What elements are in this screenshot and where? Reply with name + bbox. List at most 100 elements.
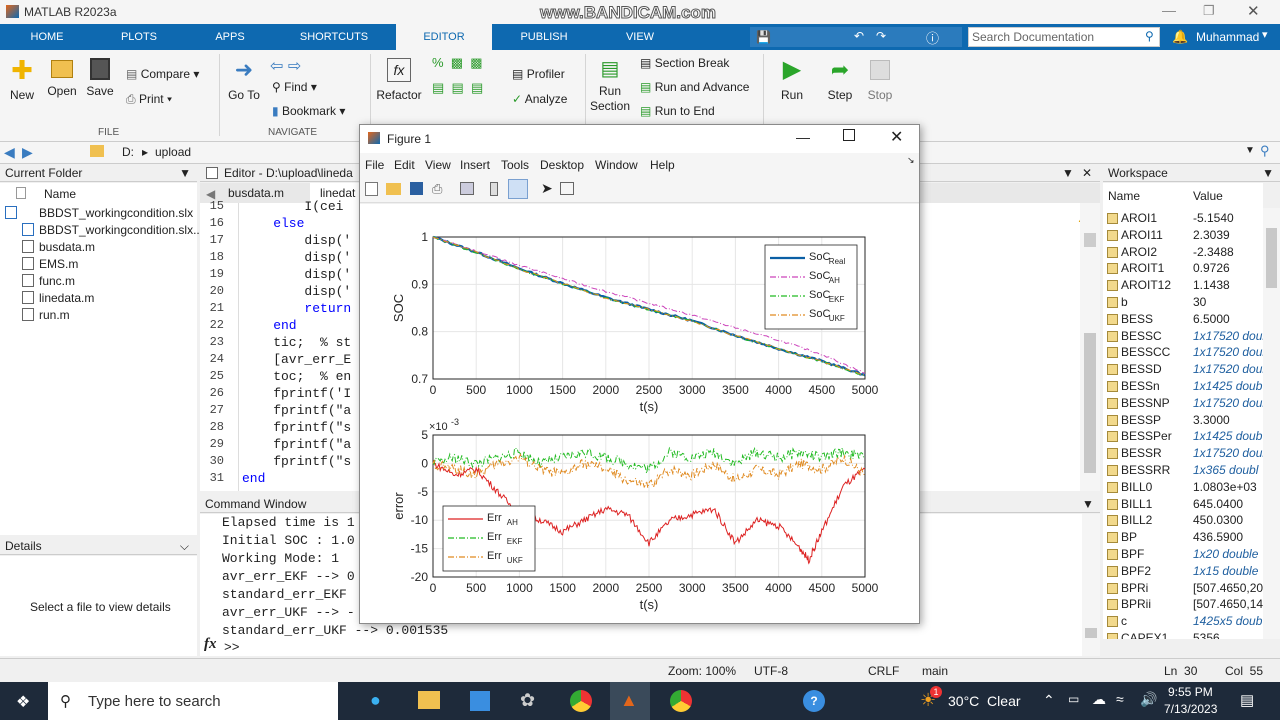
profiler-button[interactable]: ▤ Profiler bbox=[512, 67, 565, 81]
variable-name[interactable]: b bbox=[1121, 295, 1128, 309]
menu-tools[interactable]: Tools bbox=[501, 158, 529, 172]
variable-name[interactable]: BPF2 bbox=[1121, 564, 1151, 578]
address-dropdown-icon[interactable]: ▼ bbox=[1245, 145, 1255, 156]
code-line[interactable]: fprintf("a bbox=[242, 403, 351, 418]
panel-menu-icon[interactable]: ▼ bbox=[1262, 164, 1274, 182]
battery-icon[interactable]: ▭ bbox=[1068, 692, 1079, 706]
variable-name[interactable]: BPRii bbox=[1121, 597, 1151, 611]
bookmark-button[interactable]: ▮ Bookmark ▾ bbox=[272, 104, 345, 118]
variable-value[interactable]: 1x17520 doub bbox=[1193, 329, 1263, 343]
command-prompt[interactable]: >> bbox=[224, 640, 240, 655]
new-figure-icon[interactable] bbox=[365, 182, 378, 196]
code-line[interactable]: fprintf("s bbox=[242, 454, 351, 469]
notification-bell-icon[interactable]: 🔔 bbox=[1172, 29, 1188, 45]
col-value[interactable]: Value bbox=[1193, 189, 1223, 203]
code-line[interactable]: disp(' bbox=[242, 284, 351, 299]
code-tools-icons[interactable]: % ▩ ▩ bbox=[432, 55, 483, 71]
redo-icon[interactable]: ↷ bbox=[876, 29, 886, 43]
section-break-button[interactable]: ▤ Section Break bbox=[640, 56, 729, 70]
figure-close-button[interactable]: ✕ bbox=[890, 127, 903, 147]
help-icon[interactable]: ⓘ bbox=[926, 28, 939, 47]
variable-name[interactable]: CAPEX1 bbox=[1121, 631, 1168, 639]
variable-name[interactable]: BESS bbox=[1121, 312, 1153, 326]
undo-icon[interactable]: ↶ bbox=[854, 29, 864, 43]
analyze-button[interactable]: ✓ Analyze bbox=[512, 92, 567, 106]
close-button[interactable]: ✕ bbox=[1247, 2, 1260, 20]
list-item[interactable]: busdata.m bbox=[39, 240, 95, 254]
menu-edit[interactable]: Edit bbox=[394, 158, 415, 172]
print-figure-icon[interactable]: ⎙ bbox=[432, 181, 442, 197]
workspace-scrollbar[interactable] bbox=[1263, 208, 1280, 639]
tab-publish[interactable]: PUBLISH bbox=[514, 24, 574, 50]
legend-toggle-icon[interactable] bbox=[508, 179, 528, 199]
code-line[interactable]: disp(' bbox=[242, 250, 351, 265]
list-item[interactable]: BBDST_workingcondition.slx bbox=[39, 206, 193, 220]
search-icon[interactable]: ⚲ bbox=[1145, 29, 1154, 43]
col-name[interactable]: Name bbox=[44, 187, 76, 201]
variable-name[interactable]: BPF bbox=[1121, 547, 1144, 561]
variable-value[interactable]: 1425x5 doub bbox=[1193, 614, 1263, 628]
variable-value[interactable]: [507.4650,14 bbox=[1193, 597, 1263, 611]
variable-value[interactable]: 1x1425 doub bbox=[1193, 379, 1263, 393]
code-line[interactable]: tic; % st bbox=[242, 335, 351, 350]
address-drive[interactable]: D: bbox=[122, 145, 134, 159]
variable-name[interactable]: AROI11 bbox=[1121, 228, 1163, 242]
variable-name[interactable]: c bbox=[1121, 614, 1127, 628]
minimize-button[interactable]: — bbox=[1162, 2, 1176, 18]
find-button[interactable]: ⚲ Find ▾ bbox=[272, 80, 317, 94]
run-section-button[interactable]: ▤ Run Section bbox=[590, 56, 630, 114]
command-scrollbar[interactable] bbox=[1082, 514, 1100, 656]
panel-menu-icon[interactable]: ▼ bbox=[1062, 164, 1074, 182]
chrome-icon[interactable] bbox=[570, 690, 592, 712]
refactor-button[interactable]: fx Refactor bbox=[375, 56, 423, 102]
colorbar-icon[interactable] bbox=[490, 182, 498, 196]
tab-home[interactable]: HOME bbox=[20, 24, 74, 50]
new-button[interactable]: ✚ New bbox=[4, 56, 40, 102]
variable-name[interactable]: BESSNP bbox=[1121, 396, 1170, 410]
variable-name[interactable]: AROI1 bbox=[1121, 211, 1157, 225]
variable-value[interactable]: 1x17520 doub bbox=[1193, 362, 1263, 376]
save-quick-icon[interactable]: 💾 bbox=[756, 30, 771, 44]
code-line[interactable]: toc; % en bbox=[242, 369, 351, 384]
variable-value[interactable]: 30 bbox=[1193, 295, 1263, 309]
variable-value[interactable]: [507.4650,20 bbox=[1193, 581, 1263, 595]
variable-name[interactable]: BESSPer bbox=[1121, 429, 1172, 443]
wifi-icon[interactable]: ≈ bbox=[1116, 691, 1124, 707]
step-button[interactable]: ➦ Step bbox=[822, 56, 858, 102]
tab-apps[interactable]: APPS bbox=[205, 24, 255, 50]
variable-value[interactable]: 1x17520 doub bbox=[1193, 345, 1263, 359]
dock-icon[interactable]: ↘ bbox=[907, 155, 915, 166]
restore-button[interactable]: ❐ bbox=[1203, 3, 1215, 19]
code-line[interactable]: fprintf('I bbox=[242, 386, 351, 401]
variable-value[interactable]: 645.0400 bbox=[1193, 497, 1263, 511]
back-icon[interactable]: ◀ bbox=[4, 144, 15, 161]
taskbar-search[interactable]: ⚲ Type here to search bbox=[48, 682, 338, 720]
cloud-icon[interactable]: ☁ bbox=[1092, 691, 1106, 708]
search-input[interactable]: Search Documentation bbox=[972, 30, 1094, 44]
variable-value[interactable]: 1.1438 bbox=[1193, 278, 1263, 292]
pointer-icon[interactable]: ➤ bbox=[541, 180, 553, 197]
variable-value[interactable]: 1x1425 doub bbox=[1193, 429, 1263, 443]
list-item[interactable]: run.m bbox=[39, 308, 70, 322]
volume-icon[interactable]: 🔊 bbox=[1140, 691, 1157, 708]
notifications-icon[interactable]: ▤ bbox=[1240, 691, 1254, 709]
figure-minimize-button[interactable]: — bbox=[796, 129, 810, 145]
app-icon[interactable]: ✿ bbox=[520, 690, 535, 711]
variable-value[interactable]: 1x365 doubl bbox=[1193, 463, 1263, 477]
variable-name[interactable]: BPRi bbox=[1121, 581, 1148, 595]
scroll-thumb[interactable] bbox=[1266, 228, 1277, 288]
clock-time[interactable]: 9:55 PM bbox=[1168, 685, 1213, 699]
save-button[interactable]: Save bbox=[84, 56, 116, 98]
variable-name[interactable]: AROIT12 bbox=[1121, 278, 1171, 292]
search-documentation[interactable]: Search Documentation ⚲ bbox=[968, 27, 1160, 47]
tab-editor[interactable]: EDITOR bbox=[396, 24, 492, 50]
editor-scrollbar[interactable] bbox=[1080, 203, 1100, 491]
code-line[interactable]: [avr_err_E bbox=[242, 352, 351, 367]
chevron-up-icon[interactable]: ⌃ bbox=[1043, 692, 1055, 709]
run-to-end-button[interactable]: ▤ Run to End bbox=[640, 104, 715, 118]
variable-name[interactable]: AROI2 bbox=[1121, 245, 1157, 259]
folder-search-icon[interactable]: ⚲ bbox=[1260, 143, 1270, 159]
list-item[interactable]: func.m bbox=[39, 274, 75, 288]
forward-icon[interactable]: ▶ bbox=[22, 144, 33, 161]
back-forward-icon[interactable]: ⇦ ⇨ bbox=[270, 56, 301, 76]
